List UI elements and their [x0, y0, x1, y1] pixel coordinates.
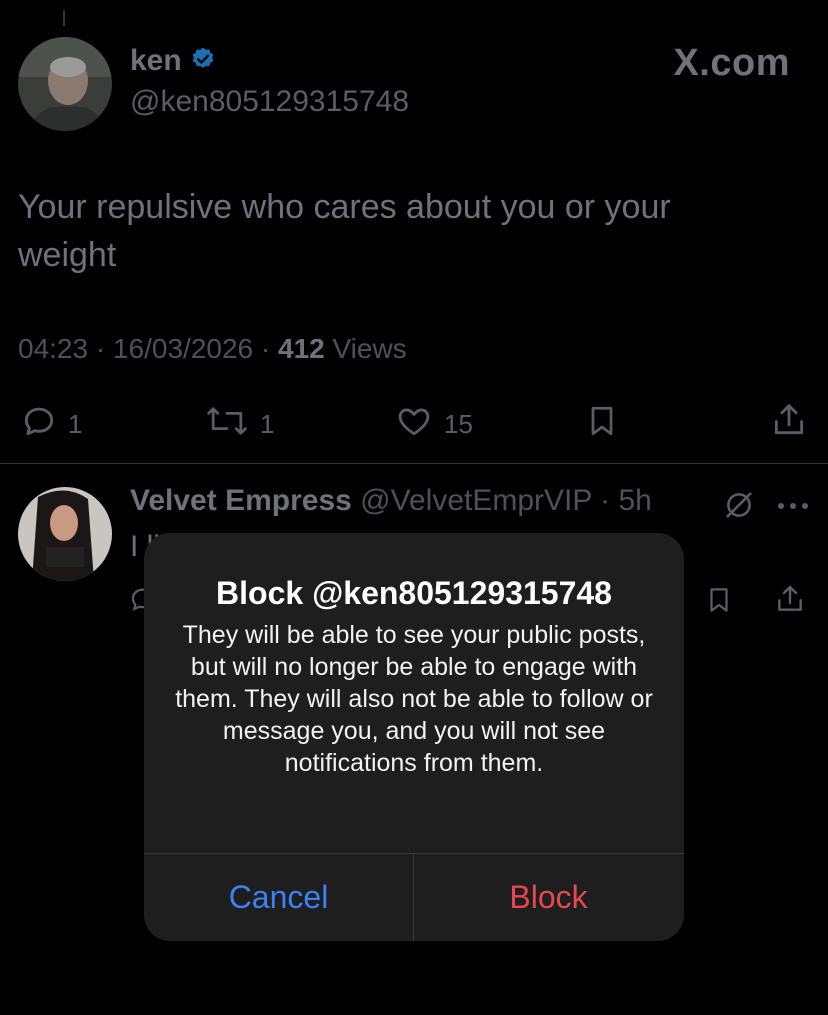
- reply-author-name[interactable]: Velvet Empress: [130, 484, 352, 517]
- tweet-meta: 04:23 · 16/03/2026 · 412 Views: [18, 333, 407, 365]
- block-dialog: Block @ken805129315748 They will be able…: [144, 533, 684, 941]
- like-icon: [394, 402, 434, 447]
- reply-button[interactable]: 1: [20, 402, 82, 447]
- like-button[interactable]: 15: [394, 402, 473, 447]
- reply-header: Velvet Empress @VelvetEmprVIP · 5h: [130, 484, 652, 518]
- more-icon[interactable]: [776, 498, 810, 516]
- reply-count: 1: [68, 409, 83, 439]
- author-name[interactable]: ken: [130, 44, 182, 78]
- tweet-actions: 1 1 15: [0, 400, 828, 444]
- verified-badge-icon: [190, 46, 216, 77]
- reply-avatar[interactable]: [18, 487, 112, 581]
- dialog-title: Block @ken805129315748: [216, 575, 612, 611]
- x-watermark: X.com: [673, 42, 790, 85]
- reply-separator: ·: [591, 484, 619, 517]
- like-count: 15: [444, 409, 473, 439]
- block-button[interactable]: Block: [414, 854, 683, 941]
- tweet-text: Your repulsive who cares about you or yo…: [18, 188, 671, 274]
- repost-icon: [204, 402, 250, 447]
- cancel-button[interactable]: Cancel: [144, 854, 413, 941]
- thread-line: [63, 10, 65, 26]
- author-avatar[interactable]: [18, 37, 112, 131]
- views-count: 412: [278, 333, 325, 364]
- dialog-body: They will be able to see your public pos…: [175, 621, 653, 777]
- tweet-time: 04:23: [18, 333, 89, 364]
- bookmark-icon: [584, 402, 620, 447]
- author-name-row: ken: [130, 44, 216, 78]
- share-button[interactable]: [770, 400, 808, 447]
- bookmark-button[interactable]: [584, 402, 620, 447]
- x-watermark-text: X.com: [673, 42, 790, 84]
- reply-icon: [20, 402, 58, 447]
- meta-separator: ·: [260, 333, 278, 364]
- repost-button[interactable]: 1: [204, 402, 274, 447]
- reply-time: 5h: [618, 484, 652, 517]
- divider: [0, 463, 828, 464]
- grok-icon[interactable]: [722, 488, 756, 527]
- tweet-date: 16/03/2026: [112, 333, 254, 364]
- author-handle[interactable]: @ken805129315748: [130, 85, 409, 119]
- reply-bookmark-icon[interactable]: [704, 584, 734, 621]
- reply-author-handle[interactable]: @VelvetEmprVIP: [360, 484, 592, 517]
- repost-count: 1: [260, 409, 275, 439]
- meta-separator: ·: [95, 333, 113, 364]
- reply-share-icon[interactable]: [774, 582, 806, 621]
- share-icon: [770, 400, 808, 447]
- views-label[interactable]: Views: [333, 333, 407, 364]
